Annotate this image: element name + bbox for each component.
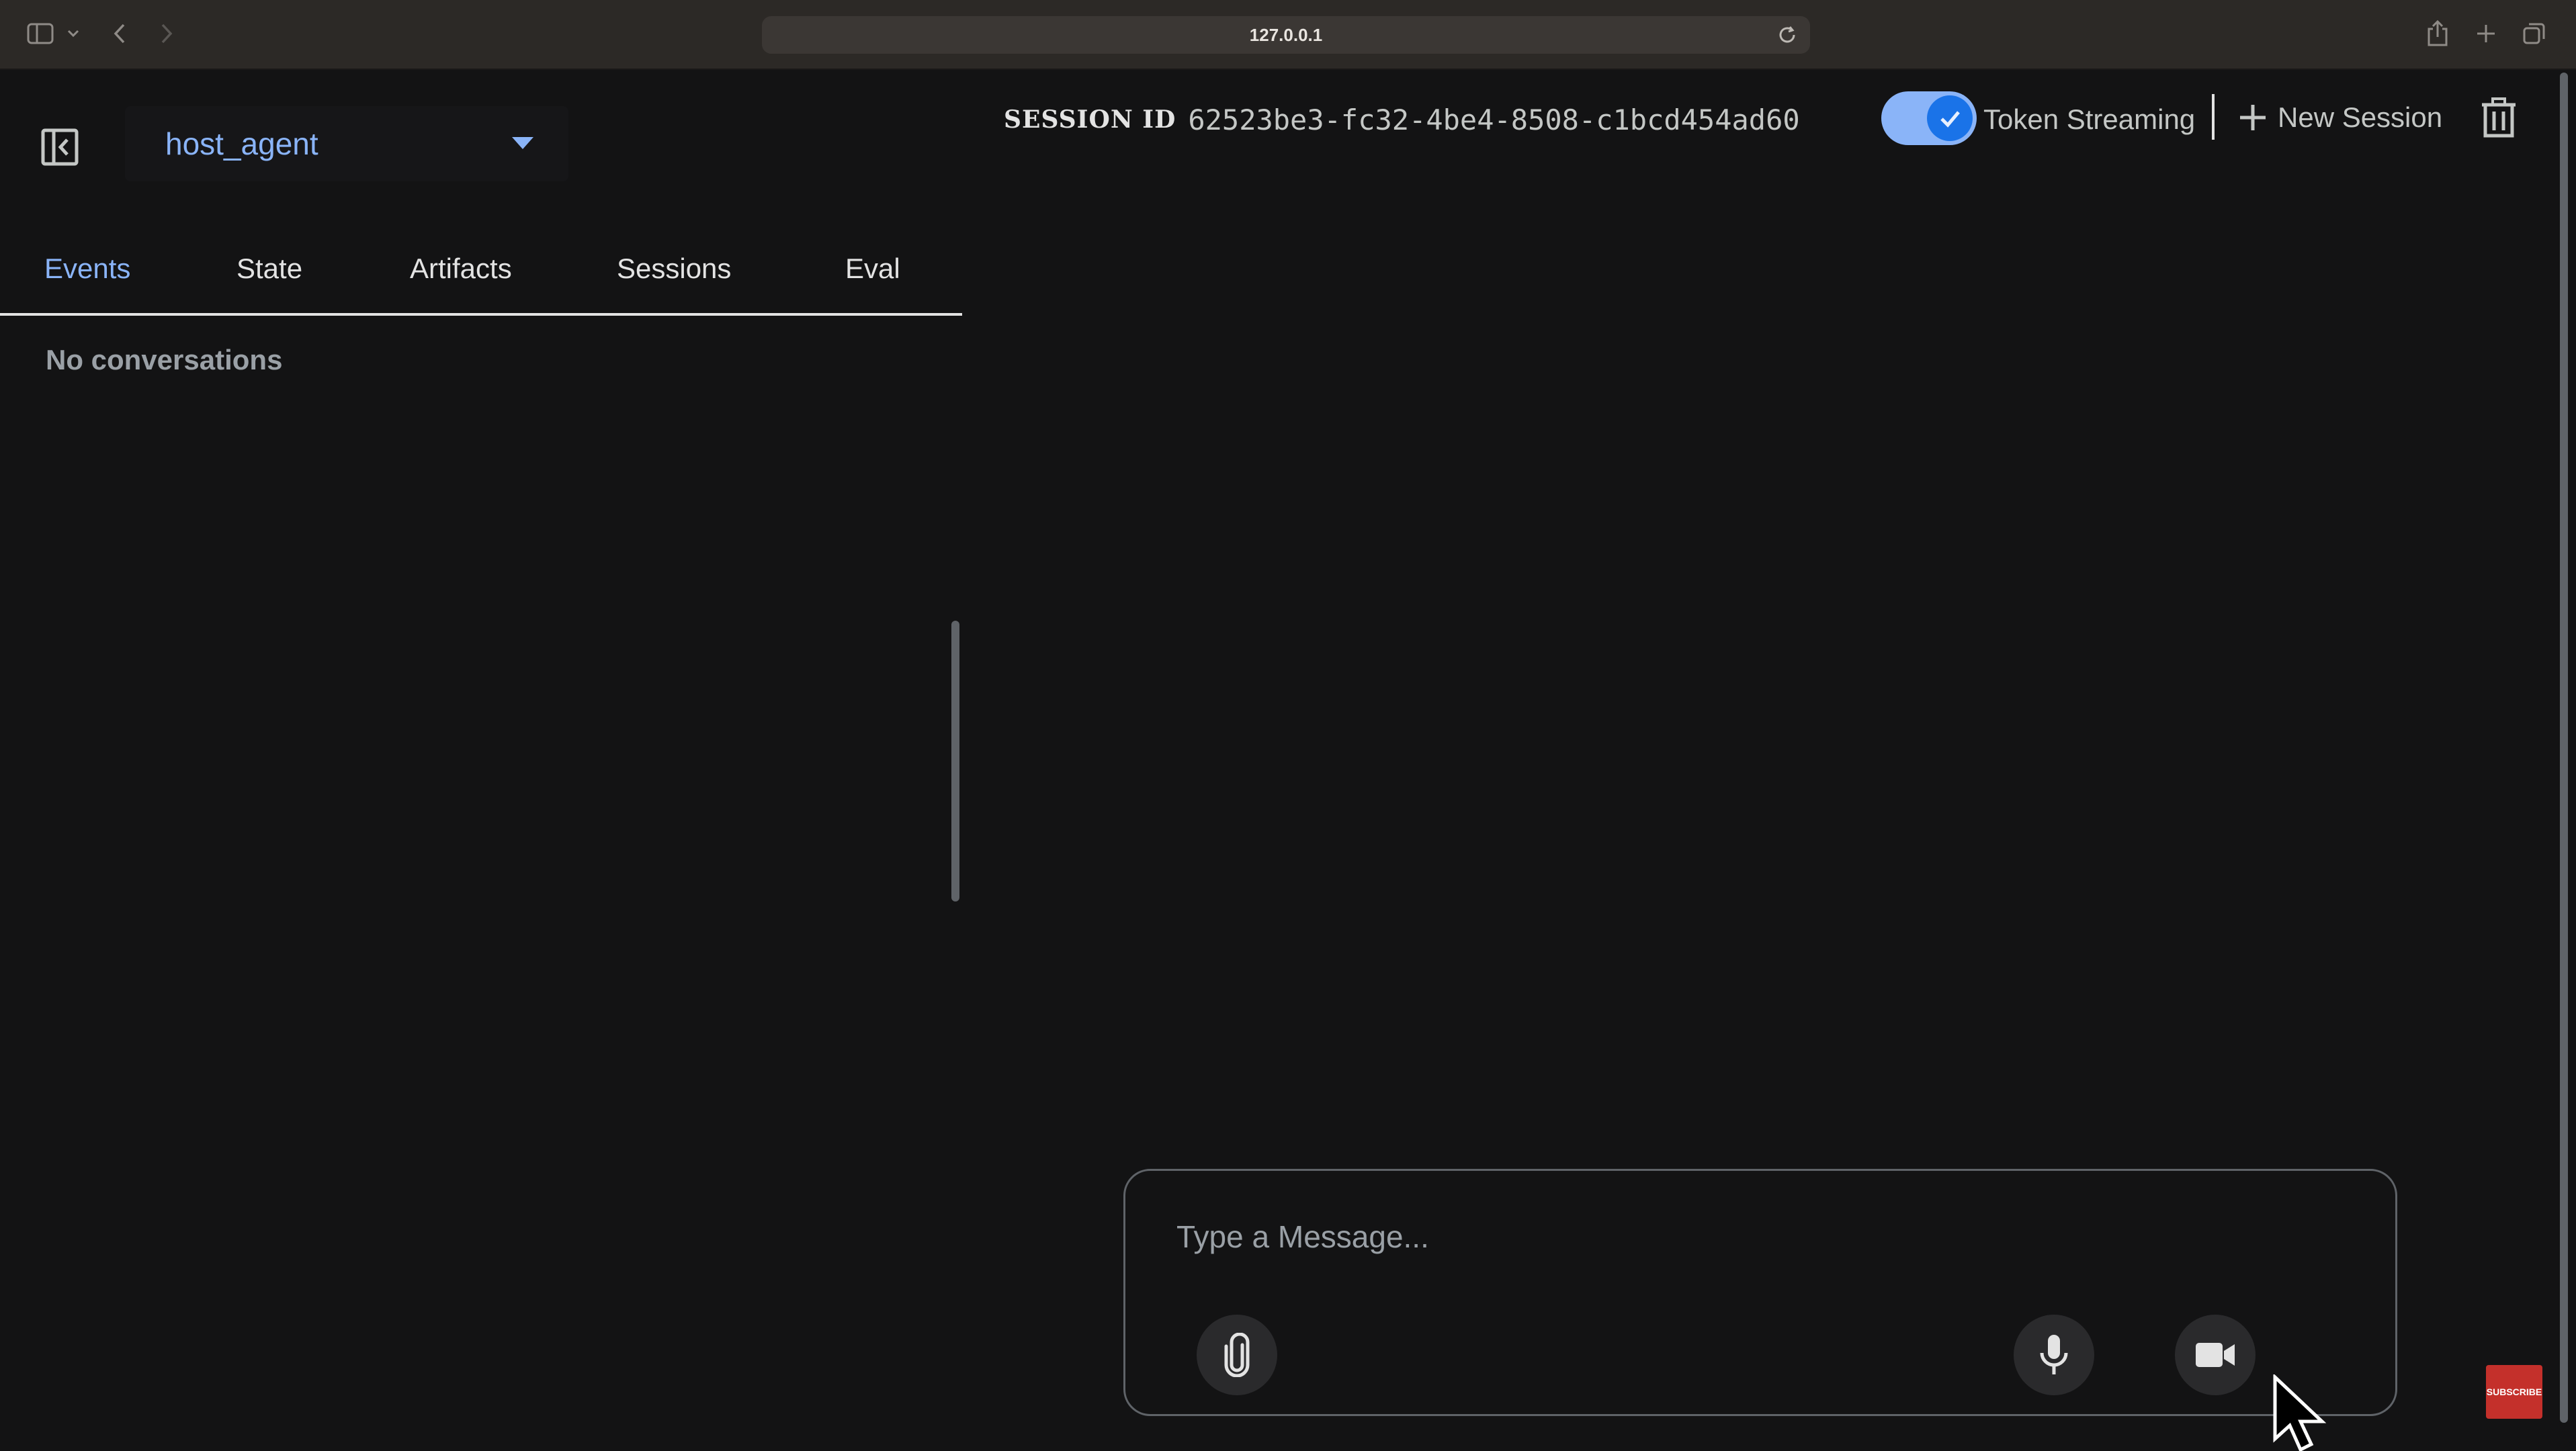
new-session-label: New Session bbox=[2278, 101, 2443, 133]
message-composer bbox=[1123, 1169, 2397, 1416]
forward-icon[interactable] bbox=[153, 16, 180, 51]
tab-sessions[interactable]: Sessions bbox=[617, 238, 731, 316]
address-bar[interactable]: 127.0.0.1 bbox=[762, 16, 1810, 54]
token-streaming-toggle[interactable] bbox=[1881, 91, 1977, 145]
share-icon[interactable] bbox=[2421, 16, 2454, 51]
agent-select-value: host_agent bbox=[165, 126, 318, 161]
microphone-button[interactable] bbox=[2014, 1315, 2094, 1395]
session-id-value: 62523be3-fc32-4be4-8508-c1bcd454ad60 bbox=[1188, 103, 1800, 136]
paperclip-icon bbox=[1224, 1333, 1250, 1377]
collapse-panel-icon[interactable] bbox=[39, 126, 81, 168]
app-window: 127.0.0.1 host_agent Events State Artifa… bbox=[0, 0, 2576, 1451]
subscribe-badge[interactable]: SUBSCRIBE bbox=[2486, 1365, 2542, 1419]
session-info: SESSION ID 62523be3-fc32-4be4-8508-c1bcd… bbox=[1004, 99, 1800, 140]
tab-state[interactable]: State bbox=[237, 238, 302, 316]
check-icon bbox=[1940, 111, 1960, 128]
tab-eval[interactable]: Eval bbox=[845, 238, 900, 316]
mouse-cursor-icon bbox=[2271, 1373, 2338, 1451]
message-input[interactable] bbox=[1176, 1208, 2251, 1265]
tab-artifacts[interactable]: Artifacts bbox=[410, 238, 512, 316]
toggle-knob bbox=[1927, 95, 1973, 141]
new-tab-icon[interactable] bbox=[2470, 16, 2502, 51]
sidebar-toggle-icon[interactable] bbox=[23, 16, 58, 51]
video-camera-icon bbox=[2196, 1343, 2235, 1367]
dropdown-arrow-icon bbox=[512, 137, 533, 149]
new-session-button[interactable]: New Session bbox=[2237, 95, 2442, 140]
side-panel: host_agent Events State Artifacts Sessio… bbox=[0, 70, 962, 1451]
back-icon[interactable] bbox=[106, 16, 133, 51]
microphone-icon bbox=[2040, 1335, 2068, 1374]
attach-button[interactable] bbox=[1197, 1315, 1277, 1395]
reload-icon[interactable] bbox=[1775, 23, 1799, 47]
video-button[interactable] bbox=[2175, 1315, 2256, 1395]
chevron-down-icon[interactable] bbox=[66, 16, 81, 51]
empty-state-text: No conversations bbox=[46, 344, 283, 376]
browser-toolbar: 127.0.0.1 bbox=[0, 0, 2576, 70]
main-scrollbar[interactable] bbox=[2560, 73, 2568, 1423]
tab-bar: Events State Artifacts Sessions Eval bbox=[0, 238, 962, 316]
plus-icon bbox=[2240, 105, 2266, 130]
header-divider bbox=[2212, 94, 2215, 140]
tab-events[interactable]: Events bbox=[44, 238, 130, 316]
session-id-label: SESSION ID bbox=[1004, 105, 1176, 134]
url-text: 127.0.0.1 bbox=[1249, 25, 1323, 45]
side-panel-scrollbar[interactable] bbox=[951, 621, 959, 902]
agent-select[interactable]: host_agent bbox=[125, 106, 568, 181]
tab-overview-icon[interactable] bbox=[2518, 16, 2550, 51]
token-streaming-label: Token Streaming bbox=[1983, 103, 2196, 135]
delete-session-icon[interactable] bbox=[2479, 97, 2518, 140]
